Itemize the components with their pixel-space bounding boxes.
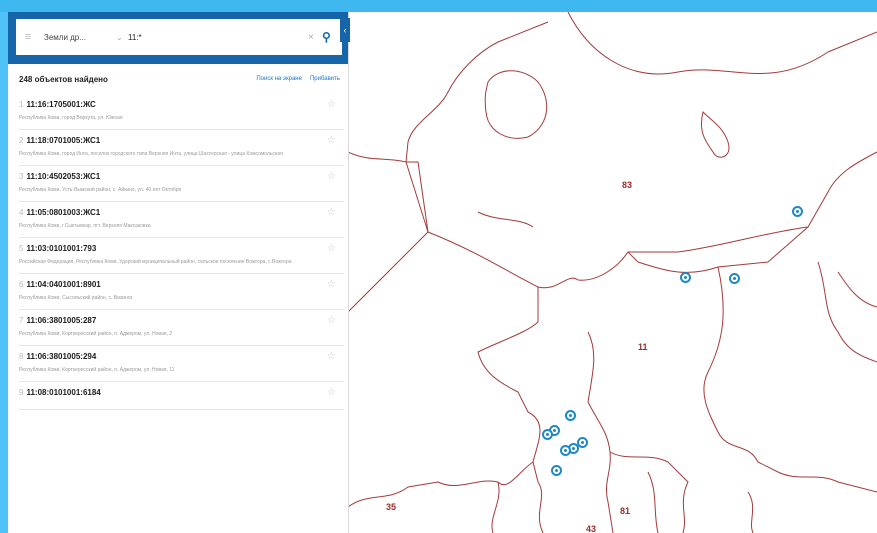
map-marker[interactable] (792, 206, 803, 217)
region-label-11: 11 (638, 342, 648, 352)
item-title: 7 11:06:3801005:287 (19, 316, 324, 325)
item-address: Республика Коми, город Инта, поселок гор… (19, 151, 283, 157)
item-number: 7 (19, 316, 24, 325)
item-address: Республика Коми, г.Сыктывкар, пгт. Верхн… (19, 223, 151, 229)
list-item[interactable]: 7 11:06:3801005:287 Республика Коми, Корт… (19, 310, 344, 346)
map-marker[interactable] (729, 273, 740, 284)
item-title: 1 11:16:1705001:ЖС (19, 100, 324, 109)
map-marker[interactable] (551, 465, 562, 476)
star-icon[interactable]: ☆ (327, 243, 336, 254)
cadastral-number: 11:16:1705001:ЖС (26, 100, 96, 109)
item-title: 4 11:05:0801003:ЖС1 (19, 208, 324, 217)
cadastral-number: 11:18:0701005:ЖС1 (26, 136, 101, 145)
map-marker[interactable] (565, 410, 576, 421)
item-address: Республика Коми, Сысольский район, с. Ви… (19, 295, 133, 301)
star-icon[interactable]: ☆ (327, 135, 336, 146)
item-address: Республика Коми, Корткеросский район, п.… (19, 367, 175, 373)
item-title: 6 11:04:0401001:8901 (19, 280, 324, 289)
item-address: Республика Коми, Усть-Вымский район, с. … (19, 187, 182, 193)
cadastral-number: 11:06:3801005:294 (26, 352, 97, 361)
item-title: 3 11:10:4502053:ЖС1 (19, 172, 324, 181)
top-bar (0, 0, 877, 12)
star-icon[interactable]: ☆ (327, 99, 336, 110)
search-bar: ≡ Земли др... ⌄ 11:* × ⚲ (8, 12, 348, 64)
search-results-panel: ≡ Земли др... ⌄ 11:* × ⚲ 248 объектов на… (8, 12, 349, 533)
list-item[interactable]: 9 11:08:0101001:6184 ☆ (19, 382, 344, 410)
list-item[interactable]: 6 11:04:0401001:8901 Республика Коми, Сыс… (19, 274, 344, 310)
list-item[interactable]: 1 11:16:1705001:ЖС Республика Коми, город… (19, 94, 344, 130)
item-title: 9 11:08:0101001:6184 (19, 388, 324, 397)
list-item[interactable]: 8 11:06:3801005:294 Республика Коми, Корт… (19, 346, 344, 382)
item-address: Российская Федерация, Республика Коми, У… (19, 259, 292, 265)
results-header: 248 объектов найдено Поиск на экране При… (8, 64, 348, 94)
item-address: Республика Коми, город Воркута, ул. Южна… (19, 115, 123, 121)
list-item[interactable]: 4 11:05:0801003:ЖС1 Республика Коми, г.Сы… (19, 202, 344, 238)
cadastral-number: 11:10:4502053:ЖС1 (26, 172, 101, 181)
object-type-select[interactable]: Земли др... (40, 33, 116, 42)
search-input[interactable]: 11:* (128, 33, 308, 42)
item-number: 4 (19, 208, 24, 217)
region-label-83: 83 (622, 180, 633, 190)
item-number: 2 (19, 136, 24, 145)
region-borders (348, 12, 877, 533)
star-icon[interactable]: ☆ (327, 315, 336, 326)
star-icon[interactable]: ☆ (327, 279, 336, 290)
item-address: Республика Коми, Корткеросский район, п.… (19, 331, 173, 337)
menu-icon[interactable]: ≡ (16, 31, 40, 43)
apply-link[interactable]: Прибавить (310, 76, 348, 82)
region-label-81: 81 (620, 506, 631, 516)
star-icon[interactable]: ☆ (327, 351, 336, 362)
region-label-43: 43 (586, 524, 597, 533)
search-field: ≡ Земли др... ⌄ 11:* × ⚲ (16, 19, 342, 55)
cadastral-number: 11:08:0101001:6184 (26, 388, 101, 397)
search-icon[interactable]: ⚲ (322, 30, 342, 44)
item-number: 6 (19, 280, 24, 289)
item-number: 8 (19, 352, 24, 361)
chevron-down-icon[interactable]: ⌄ (116, 33, 128, 42)
item-title: 8 11:06:3801005:294 (19, 352, 324, 361)
clear-icon[interactable]: × (308, 32, 322, 43)
list-item[interactable]: 2 11:18:0701005:ЖС1 Республика Коми, горо… (19, 130, 344, 166)
list-item[interactable]: 3 11:10:4502053:ЖС1 Республика Коми, Усть… (19, 166, 344, 202)
item-title: 2 11:18:0701005:ЖС1 (19, 136, 324, 145)
item-number: 3 (19, 172, 24, 181)
cadastral-number: 11:04:0401001:8901 (26, 280, 101, 289)
star-icon[interactable]: ☆ (327, 207, 336, 218)
item-number: 5 (19, 244, 24, 253)
star-icon[interactable]: ☆ (327, 171, 336, 182)
item-number: 9 (19, 388, 24, 397)
map-view[interactable]: 83 11 35 43 81 (348, 12, 877, 533)
region-label-35: 35 (386, 502, 397, 512)
results-count: 248 объектов найдено (19, 74, 108, 84)
cadastral-number: 11:06:3801005:287 (26, 316, 97, 325)
item-title: 5 11:03:0101001:793 (19, 244, 324, 253)
collapse-panel-button[interactable]: ‹ (340, 18, 350, 42)
map-marker[interactable] (680, 272, 691, 283)
map-marker[interactable] (560, 445, 571, 456)
cadastral-number: 11:05:0801003:ЖС1 (26, 208, 101, 217)
search-on-screen-link[interactable]: Поиск на экране (256, 76, 310, 82)
cadastral-number: 11:03:0101001:793 (26, 244, 97, 253)
star-icon[interactable]: ☆ (327, 387, 336, 398)
item-number: 1 (19, 100, 24, 109)
map-marker[interactable] (542, 429, 553, 440)
list-item[interactable]: 5 11:03:0101001:793 Российская Федерация,… (19, 238, 344, 274)
results-list: 1 11:16:1705001:ЖС Республика Коми, город… (19, 94, 344, 410)
